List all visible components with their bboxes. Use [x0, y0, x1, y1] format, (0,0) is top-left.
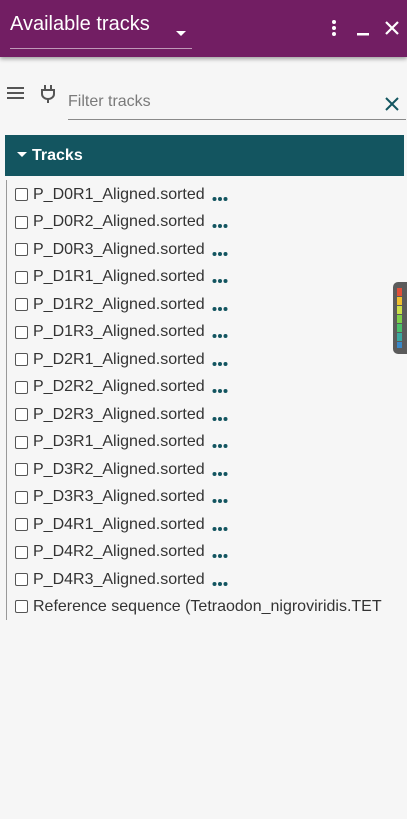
more-horiz-icon[interactable] — [212, 273, 228, 283]
track-label[interactable]: P_D1R2_Aligned.sorted — [33, 296, 205, 314]
track-label[interactable]: P_D2R3_Aligned.sorted — [33, 406, 205, 424]
expand-caret-icon — [17, 146, 27, 164]
filter-tracks-input[interactable] — [68, 89, 368, 115]
side-panel-handle[interactable] — [393, 282, 407, 354]
more-horiz-icon[interactable] — [212, 493, 228, 503]
track-checkbox[interactable] — [15, 215, 28, 229]
track-checkbox[interactable] — [15, 270, 28, 284]
track-row: P_D2R2_Aligned.sorted — [15, 374, 407, 401]
track-checkbox[interactable] — [15, 435, 28, 449]
track-label[interactable]: P_D2R2_Aligned.sorted — [33, 378, 205, 396]
track-row: P_D4R3_Aligned.sorted — [15, 566, 407, 593]
track-row: P_D1R2_Aligned.sorted — [15, 291, 407, 318]
category-tracks-header[interactable]: Tracks — [5, 135, 404, 176]
track-label[interactable]: P_D2R1_Aligned.sorted — [33, 351, 205, 369]
minimize-icon[interactable] — [352, 17, 374, 39]
track-checkbox[interactable] — [15, 545, 28, 559]
track-checkbox[interactable] — [15, 298, 28, 311]
more-horiz-icon[interactable] — [212, 191, 228, 201]
close-icon[interactable] — [381, 17, 403, 39]
more-horiz-icon[interactable] — [212, 548, 228, 558]
track-checkbox[interactable] — [15, 243, 28, 256]
more-horiz-icon[interactable] — [212, 438, 228, 448]
track-row: P_D0R3_Aligned.sorted — [15, 236, 407, 263]
view-selector-dropdown[interactable]: Available tracks — [10, 6, 192, 49]
track-row: P_D3R2_Aligned.sorted — [15, 456, 407, 483]
more-horiz-icon[interactable] — [212, 328, 228, 338]
track-checkbox[interactable] — [15, 380, 28, 394]
track-label[interactable]: P_D3R3_Aligned.sorted — [33, 488, 205, 506]
more-horiz-icon[interactable] — [212, 218, 228, 228]
track-row: P_D4R1_Aligned.sorted — [15, 511, 407, 538]
track-row: P_D3R1_Aligned.sorted — [15, 429, 407, 456]
clear-filter-icon[interactable] — [384, 95, 400, 111]
tree-guide-line — [6, 180, 7, 620]
track-checkbox[interactable] — [15, 353, 28, 366]
track-checkbox[interactable] — [15, 325, 28, 339]
track-row: P_D2R1_Aligned.sorted — [15, 346, 407, 373]
track-label[interactable]: P_D4R2_Aligned.sorted — [33, 543, 205, 561]
track-label[interactable]: P_D0R2_Aligned.sorted — [33, 213, 205, 231]
track-row: P_D2R3_Aligned.sorted — [15, 401, 407, 428]
track-checkbox[interactable] — [15, 188, 28, 201]
more-horiz-icon[interactable] — [212, 383, 228, 393]
level-meter-icon — [397, 288, 402, 348]
track-row: P_D0R2_Aligned.sorted — [15, 209, 407, 236]
more-vert-icon[interactable] — [323, 17, 345, 39]
widget-title: Available tracks — [10, 13, 150, 35]
track-checkbox[interactable] — [15, 490, 28, 504]
more-horiz-icon[interactable] — [212, 576, 228, 586]
track-row: Reference sequence (Tetraodon_nigrovirid… — [15, 593, 407, 620]
track-label[interactable]: P_D0R1_Aligned.sorted — [33, 186, 205, 204]
more-horiz-icon[interactable] — [212, 521, 228, 531]
hamburger-menu-icon[interactable] — [7, 86, 24, 105]
track-checkbox[interactable] — [15, 600, 28, 613]
track-checkbox[interactable] — [15, 518, 28, 531]
filter-field — [68, 89, 406, 120]
track-label[interactable]: P_D3R2_Aligned.sorted — [33, 461, 205, 479]
plug-icon[interactable] — [40, 84, 56, 109]
track-list: P_D0R1_Aligned.sorted P_D0R2_Aligned.sor… — [15, 180, 407, 622]
track-row: P_D1R3_Aligned.sorted — [15, 319, 407, 346]
dropdown-caret-icon — [176, 24, 186, 42]
more-horiz-icon[interactable] — [212, 246, 228, 256]
filter-toolbar — [0, 77, 407, 127]
track-label[interactable]: P_D0R3_Aligned.sorted — [33, 241, 205, 259]
track-row: P_D4R2_Aligned.sorted — [15, 539, 407, 566]
track-label[interactable]: P_D1R3_Aligned.sorted — [33, 323, 205, 341]
track-label[interactable]: P_D1R1_Aligned.sorted — [33, 268, 205, 286]
track-label[interactable]: Reference sequence (Tetraodon_nigrovirid… — [33, 598, 382, 616]
track-label[interactable]: P_D4R1_Aligned.sorted — [33, 516, 205, 534]
more-horiz-icon[interactable] — [212, 356, 228, 366]
track-label[interactable]: P_D3R1_Aligned.sorted — [33, 433, 205, 451]
track-row: P_D0R1_Aligned.sorted — [15, 181, 407, 208]
track-label[interactable]: P_D4R3_Aligned.sorted — [33, 571, 205, 589]
track-checkbox[interactable] — [15, 463, 28, 476]
track-checkbox[interactable] — [15, 408, 28, 421]
more-horiz-icon[interactable] — [212, 466, 228, 476]
widget-header: Available tracks — [0, 0, 407, 57]
category-label: Tracks — [32, 147, 83, 164]
more-horiz-icon[interactable] — [212, 301, 228, 311]
track-checkbox[interactable] — [15, 573, 28, 586]
track-row: P_D3R3_Aligned.sorted — [15, 484, 407, 511]
more-horiz-icon[interactable] — [212, 411, 228, 421]
track-row: P_D1R1_Aligned.sorted — [15, 264, 407, 291]
